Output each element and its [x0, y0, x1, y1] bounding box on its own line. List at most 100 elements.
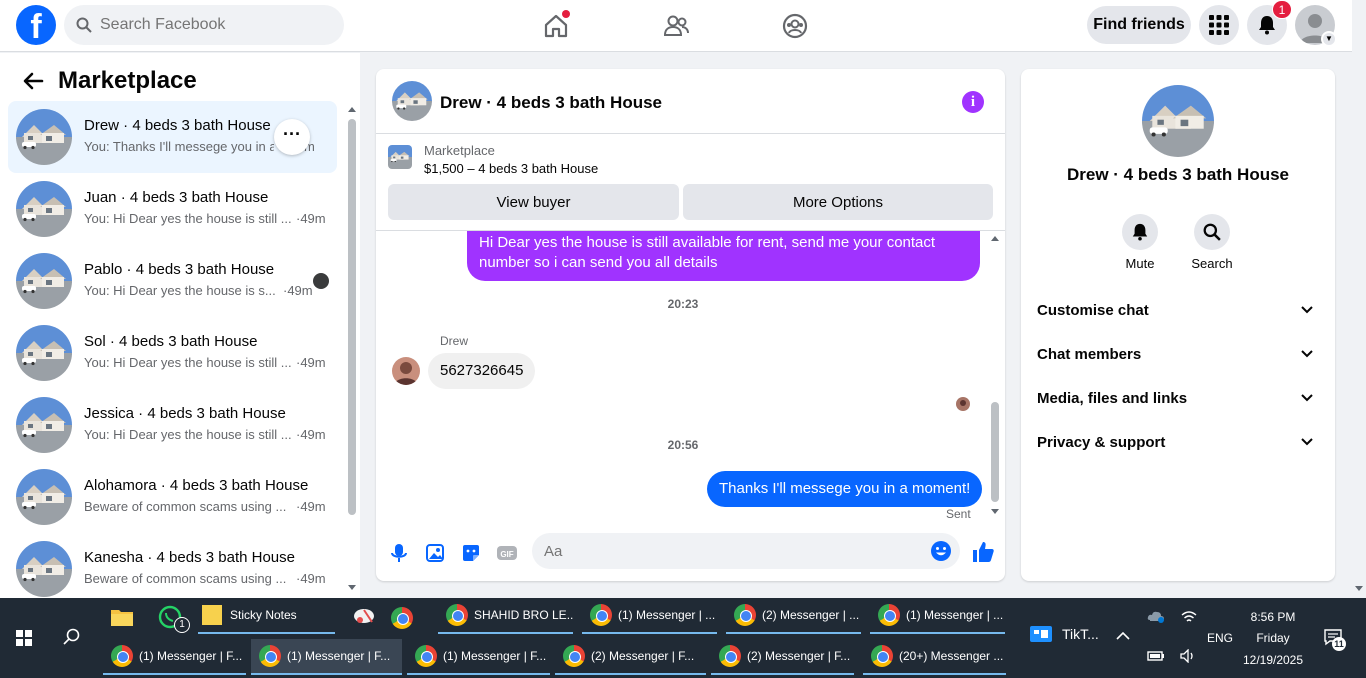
mute-action[interactable]: Mute — [1115, 214, 1165, 271]
taskbar-label: (2) Messenger | F... — [591, 649, 695, 663]
chrome-window-tab[interactable]: (2) Messenger | F... — [555, 639, 706, 675]
windows-start-button[interactable] — [16, 630, 32, 646]
emoji-icon[interactable] — [930, 540, 952, 562]
conversation-item[interactable]: Sol · 4 beds 3 bath House You: Hi Dear ye… — [8, 317, 337, 389]
clock-time[interactable]: 8:56 PM — [1240, 610, 1306, 624]
sidebar-scrollbar[interactable] — [348, 119, 356, 515]
customise-chat-section[interactable]: Customise chat — [1037, 290, 1319, 330]
window-scrollbar[interactable] — [1352, 0, 1366, 598]
volume-icon[interactable] — [1180, 649, 1196, 663]
taskbar-label: (1) Messenger | ... — [618, 608, 716, 622]
conversation-item[interactable]: Drew · 4 beds 3 bath House You: Thanks I'… — [8, 101, 337, 173]
menu-button[interactable] — [1199, 5, 1239, 45]
snipping-tool-icon[interactable] — [352, 606, 376, 628]
gif-icon[interactable]: GIF — [496, 542, 518, 564]
search-action[interactable]: Search — [1187, 214, 1237, 271]
contact-name[interactable]: Drew · 4 beds 3 bath House — [1021, 165, 1335, 185]
photo-icon[interactable] — [424, 542, 446, 564]
chevron-up-icon[interactable] — [1116, 632, 1130, 640]
taskbar-label: SHAHID BRO LE... — [474, 608, 573, 622]
whatsapp-icon[interactable]: 1 — [158, 605, 190, 634]
chat-listing-thumbnail[interactable] — [392, 81, 432, 121]
facebook-logo[interactable]: f — [16, 5, 56, 46]
info-icon[interactable]: i — [962, 91, 984, 113]
scroll-down-arrow[interactable] — [991, 509, 999, 514]
sender-avatar[interactable] — [392, 357, 420, 385]
scroll-down-arrow[interactable] — [348, 585, 356, 590]
chrome-window-tab[interactable]: SHAHID BRO LE... — [438, 598, 573, 634]
scroll-up-arrow[interactable] — [348, 107, 356, 112]
groups-nav-button[interactable] — [777, 8, 813, 44]
scroll-down-arrow[interactable] — [1355, 586, 1363, 591]
chat-title[interactable]: Drew · 4 beds 3 bath House — [440, 93, 662, 113]
search-icon[interactable] — [63, 628, 81, 646]
privacy-support-section[interactable]: Privacy & support — [1037, 422, 1319, 462]
chrome-icon — [111, 645, 133, 667]
conversation-item[interactable]: Pablo · 4 beds 3 bath House You: Hi Dear … — [8, 245, 337, 317]
view-buyer-button[interactable]: View buyer — [388, 184, 679, 220]
chrome-window-tab[interactable]: (2) Messenger | F... — [711, 639, 854, 675]
tiktok-app[interactable]: TikT... — [1030, 626, 1099, 642]
contact-avatar[interactable] — [1142, 85, 1214, 157]
search-bar[interactable] — [64, 5, 344, 45]
thumbs-up-icon[interactable] — [971, 540, 995, 564]
home-nav-button[interactable] — [538, 8, 574, 44]
chrome-window-tab[interactable]: (1) Messenger | ... — [870, 598, 1005, 634]
more-options-dots-icon[interactable]: ··· — [274, 119, 310, 155]
conversation-item[interactable]: Kanesha · 4 beds 3 bath House Beware of c… — [8, 533, 337, 598]
message-input[interactable] — [544, 533, 914, 569]
section-label: Media, files and links — [1037, 390, 1188, 407]
conversation-snippet: You: Hi Dear yes the house is still ... — [84, 427, 292, 442]
chrome-icon — [259, 645, 281, 667]
search-icon — [1203, 223, 1221, 241]
more-options-button[interactable]: More Options — [683, 184, 993, 220]
marketplace-sidebar: Marketplace Drew · 4 beds 3 bath House Yo… — [0, 53, 360, 598]
conversation-thumbnail — [16, 181, 72, 237]
chrome-window-tab[interactable]: (1) Messenger | F... — [407, 639, 550, 675]
chat-members-section[interactable]: Chat members — [1037, 334, 1319, 374]
media-files-links-section[interactable]: Media, files and links — [1037, 378, 1319, 418]
chrome-icon — [878, 604, 900, 626]
chrome-window-tab[interactable]: (1) Messenger | ... — [582, 598, 717, 634]
conversation-time: ·49m — [296, 499, 326, 514]
chrome-icon[interactable] — [391, 607, 413, 629]
listing-label: Marketplace — [424, 143, 495, 158]
sticky-notes-app[interactable]: Sticky Notes — [198, 598, 335, 634]
chrome-icon — [734, 604, 756, 626]
chat-scrollbar[interactable] — [991, 402, 999, 502]
battery-icon[interactable] — [1147, 650, 1165, 662]
sticker-icon[interactable] — [460, 542, 482, 564]
outgoing-message[interactable]: Hi Dear yes the house is still available… — [467, 231, 980, 281]
conversation-item[interactable]: Alohamora · 4 beds 3 bath House Beware of… — [8, 461, 337, 533]
microphone-icon[interactable] — [388, 542, 410, 564]
message-input-box[interactable] — [532, 533, 960, 569]
chrome-window-tab[interactable]: (2) Messenger | ... — [726, 598, 861, 634]
scroll-up-arrow[interactable] — [991, 236, 999, 241]
wifi-icon[interactable] — [1181, 610, 1197, 624]
taskbar-label: (1) Messenger | F... — [287, 649, 391, 663]
taskbar-label: (2) Messenger | F... — [747, 649, 851, 663]
chrome-window-tab[interactable]: (20+) Messenger ... — [863, 639, 1006, 675]
back-arrow-icon[interactable] — [22, 70, 44, 92]
chevron-down-icon — [1301, 306, 1313, 314]
notification-center-button[interactable]: 11 — [1323, 628, 1346, 651]
friends-nav-button[interactable] — [658, 8, 694, 44]
outgoing-message[interactable]: Thanks I'll messege you in a moment! — [707, 471, 983, 507]
clock-date[interactable]: 12/19/2025 — [1240, 653, 1306, 667]
search-input[interactable] — [100, 5, 330, 45]
clock-day[interactable]: Friday — [1240, 631, 1306, 645]
chevron-down-icon[interactable]: ▼ — [1321, 31, 1337, 47]
file-explorer-icon[interactable] — [110, 607, 134, 627]
conversation-item[interactable]: Jessica · 4 beds 3 bath House You: Hi Dea… — [8, 389, 337, 461]
conversation-name: Alohamora · 4 beds 3 bath House — [84, 477, 309, 494]
chrome-window-tab[interactable]: (1) Messenger | F... — [103, 639, 246, 675]
chrome-window-tab[interactable]: (1) Messenger | F... — [251, 639, 402, 675]
conversation-item[interactable]: Juan · 4 beds 3 bath House You: Hi Dear y… — [8, 173, 337, 245]
find-friends-button[interactable]: Find friends — [1087, 6, 1191, 44]
onedrive-icon[interactable] — [1147, 608, 1165, 624]
mute-label: Mute — [1125, 256, 1155, 271]
language-indicator[interactable]: ENG — [1200, 631, 1240, 645]
listing-price[interactable]: $1,500 – 4 beds 3 bath House — [424, 161, 598, 176]
listing-thumbnail[interactable] — [388, 145, 412, 169]
incoming-message[interactable]: 5627326645 — [428, 353, 536, 389]
